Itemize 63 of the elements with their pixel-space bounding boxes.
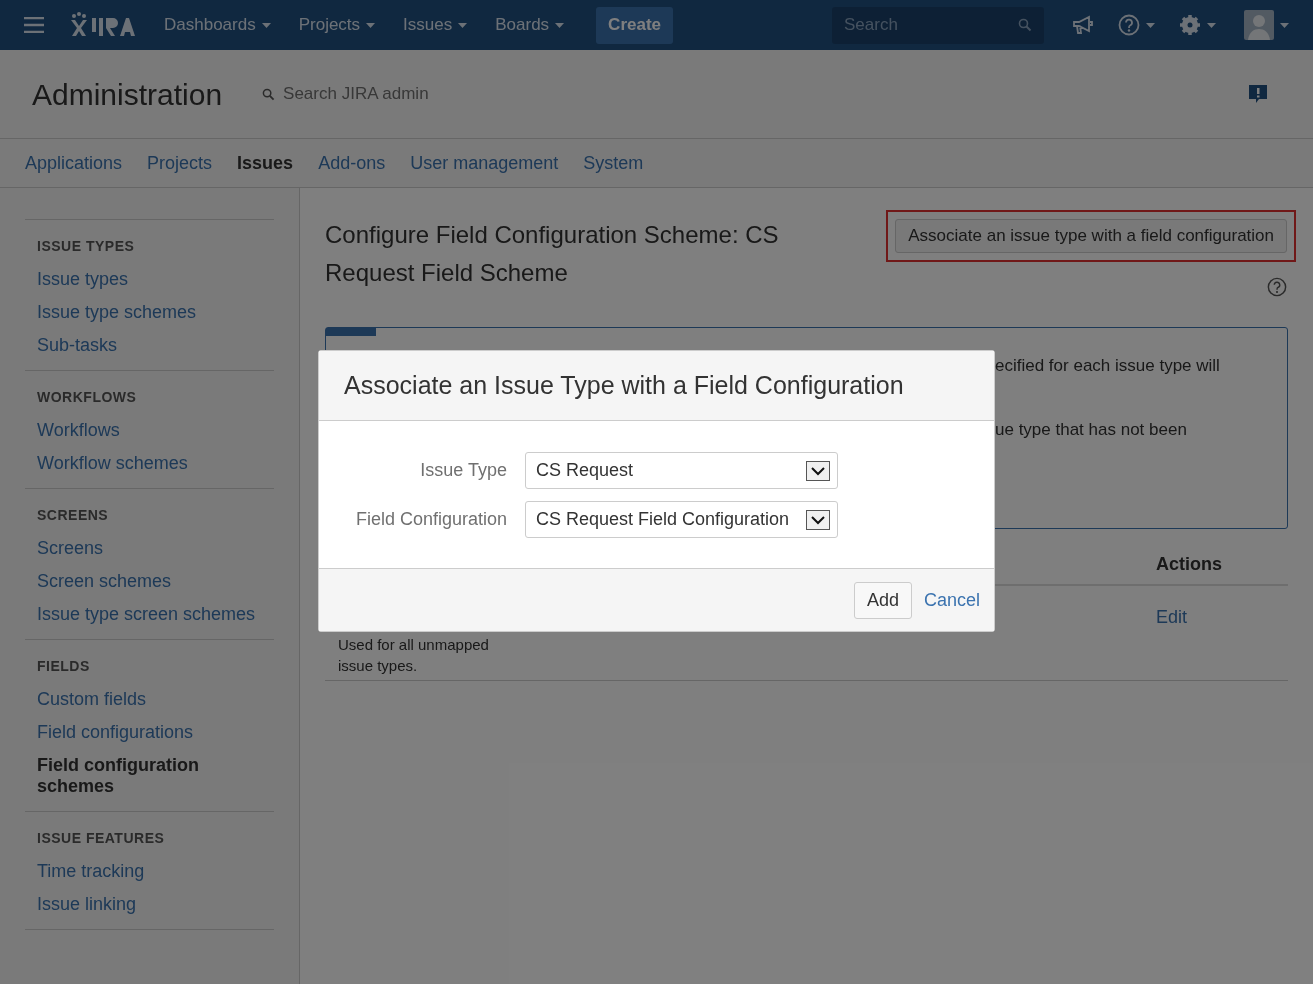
- field-label: Issue Type: [419, 459, 507, 482]
- search-field[interactable]: Search: [832, 6, 1044, 44]
- admin-tab[interactable]: Issues: [237, 149, 294, 177]
- caret-icon: [366, 22, 376, 28]
- settings-icon[interactable]: [1179, 14, 1201, 36]
- caret-icon: [458, 22, 468, 28]
- select-field[interactable]: CS Request Field Configuration: [525, 501, 838, 538]
- search-icon: [1018, 18, 1032, 32]
- nav-menu[interactable]: Projects: [298, 12, 376, 38]
- sidebar-link[interactable]: Field configuration schemes: [25, 749, 274, 803]
- admin-tab[interactable]: System: [583, 149, 644, 177]
- dropdown-icon: [806, 509, 830, 530]
- admin-tab[interactable]: Add-ons: [318, 149, 386, 177]
- sidebar-link[interactable]: Field configurations: [25, 716, 274, 749]
- info-text: ecified for each issue type will: [995, 355, 1221, 377]
- sidebar-link[interactable]: Screens: [25, 532, 274, 565]
- select-field[interactable]: CS Request: [525, 452, 838, 489]
- search-icon: [262, 87, 276, 101]
- page-title: Administration: [32, 76, 223, 113]
- caret-icon: [555, 22, 565, 28]
- dropdown-icon: [806, 460, 830, 481]
- add-button[interactable]: Add: [853, 581, 912, 619]
- menu-icon[interactable]: [24, 17, 44, 33]
- field-label: Field Configuration: [354, 508, 507, 531]
- nav-menu[interactable]: Boards: [495, 12, 565, 38]
- caret-icon: [1146, 22, 1155, 28]
- sidebar-link[interactable]: Screen schemes: [25, 565, 274, 598]
- associate-button[interactable]: Associate an issue type with a field configuration: [895, 219, 1287, 253]
- sidebar-heading: FIELDS: [36, 657, 91, 676]
- sidebar-link[interactable]: Workflows: [25, 414, 274, 447]
- admin-tab[interactable]: Projects: [147, 149, 213, 177]
- sidebar-heading: WORKFLOWS: [36, 388, 138, 407]
- caret-icon: [1207, 22, 1216, 28]
- sidebar-heading: ISSUE TYPES: [36, 237, 136, 256]
- nav-menu[interactable]: Issues: [403, 12, 468, 38]
- sidebar-link[interactable]: Workflow schemes: [25, 447, 274, 480]
- caret-icon: [1280, 22, 1289, 28]
- admin-tab[interactable]: Applications: [25, 149, 123, 177]
- sidebar-heading: SCREENS: [36, 506, 110, 525]
- sidebar-link[interactable]: Issue linking: [25, 888, 274, 921]
- sidebar-heading: ISSUE FEATURES: [36, 829, 166, 848]
- sidebar-link[interactable]: Issue types: [25, 263, 274, 296]
- nav-menu[interactable]: Dashboards: [164, 12, 271, 38]
- admin-tab[interactable]: User management: [410, 149, 559, 177]
- edit-link[interactable]: Edit: [1156, 604, 1188, 631]
- admin-search-field[interactable]: Search JIRA admin: [283, 81, 504, 107]
- sidebar-link[interactable]: Custom fields: [25, 683, 274, 716]
- caret-icon: [261, 22, 271, 28]
- sidebar-link[interactable]: Time tracking: [25, 855, 274, 888]
- info-text: ue type that has not been: [995, 418, 1188, 441]
- sidebar-link[interactable]: Issue type schemes: [25, 296, 274, 329]
- help-icon[interactable]: [1267, 277, 1287, 297]
- cancel-link[interactable]: Cancel: [923, 586, 980, 614]
- scheme-title: Configure Field Configuration Scheme: CS Request Field Scheme: [325, 220, 780, 288]
- column-header: Actions: [1156, 553, 1222, 576]
- feedback-icon[interactable]: [1247, 83, 1269, 105]
- megaphone-icon[interactable]: [1072, 15, 1094, 35]
- create-button[interactable]: Create: [596, 6, 674, 44]
- table-cell-text: Used for all unmapped issue types.: [338, 635, 490, 676]
- logo-icon[interactable]: [68, 12, 136, 38]
- sidebar-link[interactable]: Sub-tasks: [25, 329, 274, 362]
- dialog-title: Associate an Issue Type with a Field Configuration: [344, 369, 904, 401]
- sidebar-link[interactable]: Issue type screen schemes: [25, 598, 274, 631]
